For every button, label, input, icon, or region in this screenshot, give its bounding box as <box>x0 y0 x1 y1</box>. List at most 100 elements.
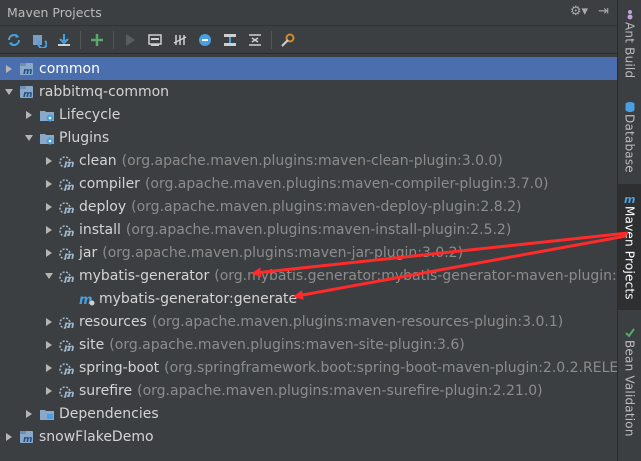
plugin-icon: m <box>59 176 75 192</box>
chevron-right-icon[interactable] <box>44 156 54 166</box>
tree-row-label: install <box>79 221 121 238</box>
tree-row[interactable]: m spring-boot (org.springframework.boot:sp… <box>0 356 617 379</box>
tree-row-label: snowFlakeDemo <box>39 428 154 445</box>
panel-header: Maven Projects ⚙▾ ⇥ <box>0 0 617 26</box>
chevron-right-icon[interactable] <box>44 202 54 212</box>
tree-row[interactable]: m install (org.apache.maven.plugins:maven-… <box>0 218 617 241</box>
tree-row[interactable]: m rabbitmq-common <box>0 80 617 103</box>
tree-row[interactable]: m snowFlakeDemo <box>0 425 617 448</box>
plugin-icon: m <box>59 337 75 353</box>
skip-tests-icon[interactable] <box>196 31 214 49</box>
tree-row-label: compiler <box>79 175 140 192</box>
svg-text:m: m <box>64 343 74 353</box>
svg-text:m: m <box>64 159 74 169</box>
run-icon[interactable] <box>121 31 139 49</box>
toolbar-separator <box>271 30 272 49</box>
toggle-offline-icon[interactable] <box>171 31 189 49</box>
tree-row-coordinates: (org.apache.maven.plugins:maven-compiler… <box>144 175 549 192</box>
tree-row-label: mybatis-generator:generate <box>99 290 298 307</box>
tree-row[interactable]: m mybatis-generator (org.mybatis.generator… <box>0 264 617 287</box>
svg-text:m: m <box>64 274 74 284</box>
tab-label: Bean Validation <box>622 340 637 437</box>
tree-row[interactable]: m resources (org.apache.maven.plugins:mave… <box>0 310 617 333</box>
chevron-right-icon[interactable] <box>44 248 54 258</box>
tree-row[interactable]: m surefire (org.apache.maven.plugins:maven… <box>0 379 617 402</box>
tab-database[interactable]: Database <box>618 92 641 180</box>
tree-row-label: surefire <box>79 382 133 399</box>
tab-bean-validation[interactable]: Bean Validation <box>618 318 641 448</box>
chevron-right-icon[interactable] <box>44 363 54 373</box>
generate-sources-icon[interactable] <box>30 31 48 49</box>
chevron-down-icon[interactable] <box>4 87 14 97</box>
tree-row[interactable]: m deploy (org.apache.maven.plugins:maven-d… <box>0 195 617 218</box>
svg-text:m: m <box>23 67 32 77</box>
tree-row-label: Plugins <box>59 129 110 146</box>
tree-row-coordinates: (org.apache.maven.plugins:maven-deploy-p… <box>131 198 522 215</box>
download-icon[interactable] <box>55 31 73 49</box>
tree-row-coordinates: (org.mybatis.generator:mybatis-generator… <box>214 267 617 284</box>
chevron-right-icon[interactable] <box>4 432 14 442</box>
dependencies-folder-icon <box>39 406 55 422</box>
chevron-right-icon[interactable] <box>44 179 54 189</box>
tree-row-label: clean <box>79 152 117 169</box>
right-tool-window-bar: Ant Build Database m Maven Projects Bean… <box>617 0 641 461</box>
chevron-right-icon[interactable] <box>24 409 34 419</box>
chevron-right-icon[interactable] <box>44 317 54 327</box>
tab-maven-projects[interactable]: m Maven Projects <box>618 184 641 310</box>
chevron-down-icon[interactable] <box>44 271 54 281</box>
database-icon <box>624 98 636 112</box>
execute-goal-icon[interactable] <box>146 31 164 49</box>
goal-icon: m <box>79 291 95 307</box>
tree-row-coordinates: (org.apache.maven.plugins:maven-resource… <box>151 313 564 330</box>
tree-row[interactable]: m clean (org.apache.maven.plugins:maven-cl… <box>0 149 617 172</box>
gear-icon[interactable]: ⚙▾ <box>570 4 588 19</box>
tree-row[interactable]: m compiler (org.apache.maven.plugins:maven… <box>0 172 617 195</box>
tree-row[interactable]: m common <box>0 57 617 80</box>
tree-row[interactable]: m jar (org.apache.maven.plugins:maven-jar-… <box>0 241 617 264</box>
settings-icon[interactable] <box>279 31 297 49</box>
svg-text:m: m <box>23 90 32 100</box>
plugin-icon: m <box>59 199 75 215</box>
plugins-folder-icon <box>39 130 55 146</box>
tree-row[interactable]: Plugins <box>0 126 617 149</box>
toolbar-separator <box>80 30 81 49</box>
tree-row[interactable]: m mybatis-generator:generate <box>0 287 617 310</box>
tree-row-label: resources <box>79 313 147 330</box>
collapse-all-icon[interactable] <box>246 31 264 49</box>
chevron-down-icon[interactable] <box>24 133 34 143</box>
chevron-right-icon[interactable] <box>24 110 34 120</box>
maven-icon: m <box>624 190 636 206</box>
add-icon[interactable] <box>88 31 106 49</box>
maven-module-icon: m <box>19 84 35 100</box>
chevron-right-icon[interactable] <box>44 225 54 235</box>
tree-row[interactable]: Dependencies <box>0 402 617 425</box>
bean-validation-icon <box>624 324 636 338</box>
chevron-right-icon[interactable] <box>44 340 54 350</box>
plugin-icon: m <box>59 153 75 169</box>
maven-projects-panel: Maven Projects ⚙▾ ⇥ m common m rabbitmq-… <box>0 0 617 461</box>
plugin-icon: m <box>59 383 75 399</box>
tab-label: Ant Build <box>622 22 637 79</box>
show-dependencies-icon[interactable] <box>221 31 239 49</box>
svg-text:m: m <box>64 182 74 192</box>
tree-row-coordinates: (org.apache.maven.plugins:maven-surefire… <box>137 382 543 399</box>
plugin-icon: m <box>59 314 75 330</box>
tree-row[interactable]: Lifecycle <box>0 103 617 126</box>
tree-row-label: mybatis-generator <box>79 267 210 284</box>
refresh-icon[interactable] <box>5 31 23 49</box>
chevron-right-icon[interactable] <box>44 386 54 396</box>
tree-row-label: deploy <box>79 198 127 215</box>
maven-project-tree: m common m rabbitmq-common Lifecycle Plugins m… <box>0 55 617 461</box>
tree-row-coordinates: (org.apache.maven.plugins:maven-site-plu… <box>109 336 465 353</box>
tab-label: Maven Projects <box>622 206 637 300</box>
svg-text:m: m <box>64 251 74 261</box>
tab-label: Database <box>622 114 637 173</box>
svg-text:m: m <box>23 435 32 445</box>
tree-row-coordinates: (org.apache.maven.plugins:maven-jar-plug… <box>102 244 464 261</box>
hide-icon[interactable]: ⇥ <box>598 4 609 19</box>
chevron-right-icon[interactable] <box>4 64 14 74</box>
tab-ant-build[interactable]: Ant Build <box>618 0 641 88</box>
svg-text:m: m <box>64 205 74 215</box>
tree-row[interactable]: m site (org.apache.maven.plugins:maven-sit… <box>0 333 617 356</box>
panel-header-actions: ⚙▾ ⇥ <box>570 4 609 19</box>
